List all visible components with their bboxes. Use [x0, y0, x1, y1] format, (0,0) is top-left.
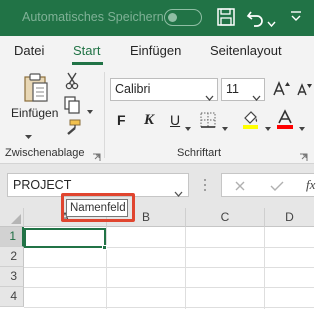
enter-icon[interactable] — [270, 179, 284, 197]
select-all-icon — [11, 214, 21, 224]
font-name-dropdown-icon[interactable] — [205, 87, 214, 108]
borders-icon[interactable] — [199, 111, 217, 134]
ribbon-tabs: Datei Start Einfügen Seitenlayout — [0, 36, 314, 66]
fill-color-dropdown-icon[interactable] — [264, 119, 272, 137]
active-tab-indicator — [72, 62, 103, 65]
font-group-label: Schriftart — [177, 147, 222, 159]
font-size-value: 11 — [226, 82, 239, 96]
insert-function-button[interactable]: fx — [306, 177, 315, 193]
row-header-3[interactable]: 3 — [0, 267, 24, 287]
row-header-1[interactable]: 1 — [0, 227, 24, 247]
title-bar: Automatisches Speichern — [0, 0, 314, 36]
font-name-value: Calibri — [115, 82, 151, 96]
name-box-dropdown-icon[interactable] — [174, 182, 183, 204]
column-header-d[interactable]: D — [265, 208, 314, 227]
font-size-dropdown-icon[interactable] — [252, 87, 261, 108]
formula-bar-grip-icon[interactable] — [203, 178, 207, 197]
cut-icon[interactable] — [65, 72, 79, 95]
tab-start[interactable]: Start — [73, 43, 100, 58]
grid-line — [185, 227, 186, 309]
ribbon: Einfügen Zwischenablage Calibri 11 F K U… — [0, 66, 314, 164]
active-cell-a1[interactable] — [24, 228, 106, 248]
tab-seitenlayout[interactable]: Seitenlayout — [210, 43, 282, 58]
borders-dropdown-icon[interactable] — [221, 119, 229, 137]
formula-input-area[interactable]: fx — [221, 173, 315, 197]
toggle-knob — [168, 12, 177, 22]
worksheet-grid[interactable]: A B C D 1 2 3 4 — [0, 208, 314, 309]
font-dialog-launcher-icon[interactable] — [299, 149, 308, 161]
save-icon[interactable] — [216, 7, 236, 32]
paste-icon[interactable] — [22, 72, 50, 109]
bold-button[interactable]: F — [117, 112, 126, 128]
grid-line — [106, 227, 107, 309]
ribbon-group-separator — [104, 72, 105, 158]
column-header-c[interactable]: C — [186, 208, 265, 227]
font-color-icon[interactable] — [276, 109, 294, 134]
tab-einfuegen[interactable]: Einfügen — [130, 43, 181, 58]
font-color-dropdown-icon[interactable] — [298, 119, 306, 137]
autosave-toggle[interactable] — [164, 9, 202, 26]
fill-handle[interactable] — [102, 245, 107, 250]
fill-color-icon[interactable] — [241, 109, 261, 134]
underline-button[interactable]: U — [170, 112, 180, 128]
formula-bar: PROJECT fx — [0, 164, 315, 208]
copy-dropdown-icon[interactable] — [86, 102, 94, 120]
undo-dropdown-icon[interactable] — [267, 14, 276, 32]
paste-dropdown-icon[interactable] — [24, 127, 33, 145]
decrease-font-icon[interactable] — [296, 80, 314, 103]
cancel-icon[interactable] — [234, 179, 246, 197]
paste-button-label[interactable]: Einfügen — [11, 106, 58, 120]
select-all-corner[interactable] — [0, 208, 24, 227]
undo-icon[interactable] — [245, 7, 265, 32]
font-size-combobox[interactable]: 11 — [221, 78, 265, 101]
increase-font-icon[interactable] — [272, 80, 292, 103]
row-header-2[interactable]: 2 — [0, 247, 24, 267]
grid-line — [24, 307, 314, 308]
italic-button[interactable]: K — [144, 112, 154, 129]
customize-qat-icon[interactable] — [289, 9, 303, 28]
tab-datei[interactable]: Datei — [14, 43, 44, 58]
annotation-highlight-box — [61, 193, 135, 222]
grid-line — [24, 287, 314, 288]
name-box-value: PROJECT — [13, 178, 72, 192]
copy-icon[interactable] — [63, 96, 81, 119]
grid-line — [264, 227, 265, 309]
autosave-label: Automatisches Speichern — [22, 10, 164, 24]
clipboard-dialog-launcher-icon[interactable] — [92, 149, 101, 161]
row-header-4[interactable]: 4 — [0, 287, 24, 307]
format-painter-icon[interactable] — [64, 119, 82, 142]
clipboard-group-label: Zwischenablage — [5, 147, 85, 159]
font-name-combobox[interactable]: Calibri — [110, 78, 218, 101]
grid-line — [24, 267, 314, 268]
underline-dropdown-icon[interactable] — [184, 119, 192, 137]
